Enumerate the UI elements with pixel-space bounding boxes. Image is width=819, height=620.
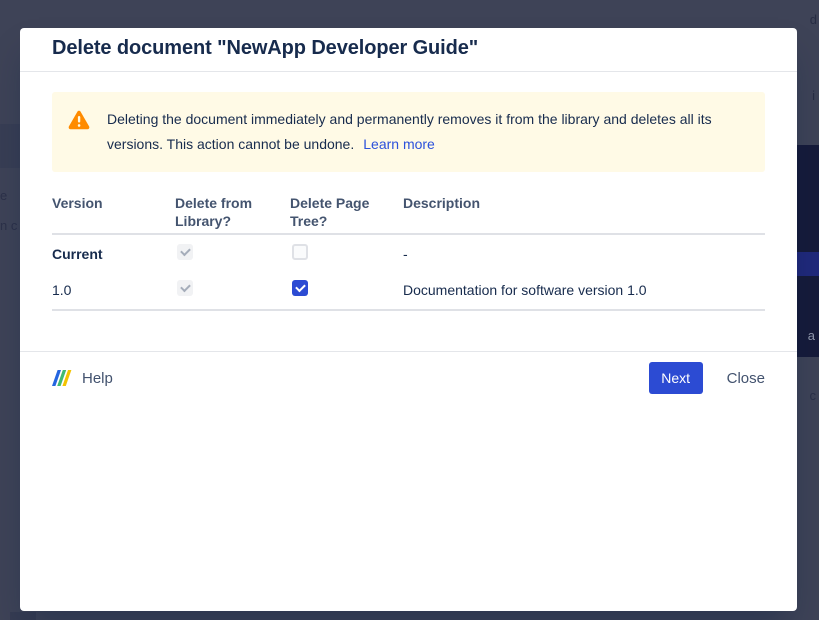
description-cell: Documentation for software version 1.0 <box>403 282 765 298</box>
version-label: Current <box>52 246 175 262</box>
help-label: Help <box>82 370 113 387</box>
backdrop-text-fragment: e <box>0 188 7 203</box>
backdrop-right-highlight <box>797 252 819 276</box>
dialog-body: Deleting the document immediately and pe… <box>20 72 797 311</box>
delete-from-library-checkbox <box>177 244 193 260</box>
k15t-logo-icon <box>52 370 72 386</box>
column-header-description: Description <box>403 194 765 212</box>
backdrop-right-panel <box>797 145 819 357</box>
column-header-delete-page-tree: Delete Page Tree? <box>290 194 403 230</box>
learn-more-link[interactable]: Learn more <box>363 136 435 152</box>
delete-from-library-checkbox <box>177 280 193 296</box>
next-button[interactable]: Next <box>649 362 703 394</box>
delete-page-tree-checkbox[interactable] <box>292 280 308 296</box>
column-header-version: Version <box>52 194 175 212</box>
description-cell: - <box>403 246 765 262</box>
dialog-header: Delete document "NewApp Developer Guide" <box>20 28 797 72</box>
dialog-footer: Help Next Close <box>20 351 797 404</box>
backdrop-text-fragment: d <box>810 12 817 27</box>
version-label: 1.0 <box>52 282 175 298</box>
backdrop-bottom-tab <box>10 612 36 620</box>
warning-text: Deleting the document immediately and pe… <box>107 107 749 157</box>
backdrop-text-fragment: n c <box>0 218 17 233</box>
dialog-empty-area <box>20 404 797 611</box>
warning-banner: Deleting the document immediately and pe… <box>52 92 765 172</box>
table-row-1-0: 1.0 Documentation for software version 1… <box>52 272 765 311</box>
table-header-row: Version Delete from Library? Delete Page… <box>52 194 765 235</box>
close-button[interactable]: Close <box>727 370 765 387</box>
backdrop-text-fragment: c <box>810 388 817 403</box>
dialog-title: Delete document "NewApp Developer Guide" <box>52 35 765 61</box>
backdrop-text-fragment: i <box>812 88 815 103</box>
versions-table: Version Delete from Library? Delete Page… <box>52 194 765 311</box>
footer-actions: Next Close <box>649 362 765 394</box>
table-row-current: Current - <box>52 235 765 272</box>
column-header-delete-from-library: Delete from Library? <box>175 194 290 230</box>
delete-document-dialog: Delete document "NewApp Developer Guide"… <box>20 28 797 611</box>
delete-page-tree-checkbox[interactable] <box>292 244 308 260</box>
backdrop-left-band <box>0 124 20 168</box>
help-link[interactable]: Help <box>52 370 113 387</box>
warning-triangle-icon <box>68 110 90 130</box>
